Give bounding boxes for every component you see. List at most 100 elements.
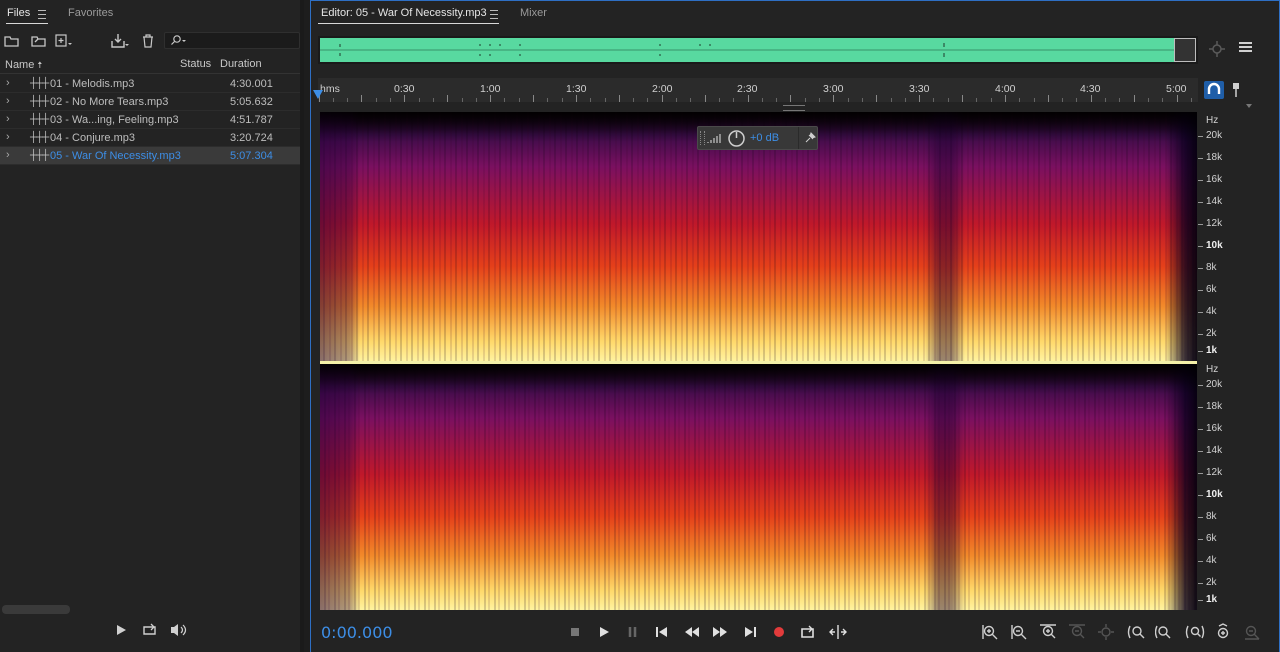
amplitude-hud[interactable]: +0 dB xyxy=(697,126,818,150)
files-horizontal-scrollbar[interactable] xyxy=(2,605,70,614)
rewind-icon xyxy=(685,627,699,637)
open-file-icon[interactable] xyxy=(4,34,20,48)
zoom-in-frequency-button[interactable] xyxy=(1214,623,1232,641)
ruler-tick-mark xyxy=(461,98,463,102)
adjust-amplitude-knob-icon[interactable] xyxy=(727,129,746,148)
zoom-in-left-button[interactable] xyxy=(1126,623,1145,641)
channel-collapse-icon[interactable] xyxy=(1246,104,1252,108)
splitter-grip[interactable] xyxy=(783,105,805,111)
zoom-in-time-button[interactable] xyxy=(1039,623,1057,641)
hz-tick-label: 6k xyxy=(1206,533,1217,544)
expand-chevron-icon[interactable]: › xyxy=(6,131,10,143)
panel-divider[interactable] xyxy=(300,0,304,652)
expand-chevron-icon[interactable]: › xyxy=(6,149,10,161)
play-icon xyxy=(600,627,609,637)
ruler-tick-mark xyxy=(1176,95,1178,102)
waveform-overview[interactable] xyxy=(318,36,1198,64)
snap-toggle[interactable] xyxy=(1204,81,1224,99)
expand-chevron-icon[interactable]: › xyxy=(6,113,10,125)
hz-tick-label: 8k xyxy=(1206,262,1217,273)
ruler-tick-mark xyxy=(475,98,477,102)
time-ruler[interactable]: hms 0:30 1:00 1:30 2:00 2:30 3:00 3:30 4… xyxy=(318,78,1198,102)
hud-grip[interactable] xyxy=(700,131,705,145)
tab-mixer[interactable]: Mixer xyxy=(520,7,547,19)
skip-selection-button[interactable] xyxy=(828,623,847,641)
file-row[interactable]: › ┼┼┼ 02 - No More Tears.mp3 5:05.632 xyxy=(0,93,300,111)
ruler-tick-mark xyxy=(676,98,677,102)
column-status[interactable]: Status xyxy=(180,58,211,70)
pin-hud-icon[interactable] xyxy=(804,132,816,144)
frequency-axis-left-channel[interactable]: Hz 20k 18k 16k 14k 12k 10k 8k 6k 4k 2k 1k xyxy=(1198,112,1258,361)
header-divider xyxy=(0,73,300,74)
spectrogram-right-channel[interactable] xyxy=(320,364,1197,610)
column-name[interactable]: Name 🠅 xyxy=(5,58,42,74)
expand-chevron-icon[interactable]: › xyxy=(6,77,10,89)
ruler-tick-mark xyxy=(833,95,835,102)
column-duration[interactable]: Duration xyxy=(220,58,262,70)
pause-button[interactable] xyxy=(624,623,642,641)
list-view-icon[interactable] xyxy=(1238,41,1254,55)
zoom-in-right-button[interactable] xyxy=(1154,623,1173,641)
preview-autoplay-volume-icon[interactable] xyxy=(170,623,190,637)
preview-loop-icon[interactable] xyxy=(142,623,158,637)
go-to-end-button[interactable] xyxy=(741,623,759,641)
ruler-tick-mark xyxy=(647,98,649,102)
hz-tick-mark xyxy=(1198,268,1203,269)
stop-button[interactable] xyxy=(566,623,584,641)
zoom-in-amplitude-button[interactable] xyxy=(981,623,999,641)
panel-menu-icon[interactable] xyxy=(38,10,46,19)
new-file-icon[interactable] xyxy=(55,34,73,48)
preview-play-icon[interactable] xyxy=(115,624,127,636)
volume-meter-icon xyxy=(707,134,721,143)
file-row[interactable]: › ┼┼┼ 04 - Conjure.mp3 3:20.724 xyxy=(0,129,300,147)
go-to-start-button[interactable] xyxy=(653,623,671,641)
zoom-out-amplitude-button[interactable] xyxy=(1010,623,1028,641)
tab-editor[interactable]: Editor: 05 - War Of Necessity.mp3 xyxy=(321,7,487,19)
ruler-tick-label: 2:00 xyxy=(652,83,673,95)
zoom-out-frequency-button[interactable] xyxy=(1243,623,1261,641)
record-button[interactable] xyxy=(770,623,788,641)
playhead-marker[interactable] xyxy=(313,90,323,99)
frequency-axis-right-channel[interactable]: Hz 20k 18k 16k 14k 12k 10k 8k 6k 4k 2k 1k xyxy=(1198,364,1258,610)
rewind-button[interactable] xyxy=(683,623,701,641)
file-row[interactable]: › ┼┼┼ 03 - Wa...ing, Feeling.mp3 4:51.78… xyxy=(0,111,300,129)
trash-icon[interactable] xyxy=(142,34,154,48)
ruler-tick-mark xyxy=(1119,98,1121,102)
hz-tick-label: 4k xyxy=(1206,555,1217,566)
fast-forward-button[interactable] xyxy=(711,623,729,641)
file-duration: 3:20.724 xyxy=(230,132,273,144)
zoom-navigator-icon[interactable] xyxy=(1208,40,1226,58)
overview-scroll-handle[interactable] xyxy=(1174,38,1196,62)
ruler-tick-mark xyxy=(904,98,906,102)
ruler-tick-mark xyxy=(876,95,878,102)
tab-files[interactable]: Files xyxy=(7,7,30,19)
go-to-end-icon xyxy=(745,627,756,637)
marker-pin-icon[interactable] xyxy=(1230,82,1242,98)
hz-tick-mark xyxy=(1198,385,1203,386)
zoom-to-selection-button[interactable] xyxy=(1184,623,1205,641)
zoom-in-amplitude-icon xyxy=(982,625,998,640)
fast-forward-icon xyxy=(713,627,727,637)
zoom-out-time-button[interactable] xyxy=(1068,623,1086,641)
zoom-in-right-icon xyxy=(1154,625,1171,639)
ruler-tick-mark xyxy=(747,95,749,102)
file-row-selected[interactable]: › ┼┼┼ 05 - War Of Necessity.mp3 5:07.304 xyxy=(0,147,300,165)
ruler-tick-label: 4:30 xyxy=(1080,83,1101,95)
play-button[interactable] xyxy=(595,623,613,641)
amplitude-gain-value[interactable]: +0 dB xyxy=(750,132,779,144)
loop-button[interactable] xyxy=(799,623,817,641)
time-display[interactable]: 0:00.000 xyxy=(321,623,393,642)
file-row[interactable]: › ┼┼┼ 01 - Melodis.mp3 4:30.001 xyxy=(0,75,300,93)
import-file-icon[interactable] xyxy=(30,34,47,48)
file-name: 01 - Melodis.mp3 xyxy=(50,78,135,90)
zoom-full-button[interactable] xyxy=(1097,623,1115,641)
tab-favorites[interactable]: Favorites xyxy=(68,7,113,19)
expand-chevron-icon[interactable]: › xyxy=(6,95,10,107)
ruler-tick-mark xyxy=(1105,98,1106,102)
insert-into-multitrack-icon[interactable] xyxy=(110,33,130,49)
overview-visible-range[interactable] xyxy=(320,38,1175,62)
hz-tick-mark xyxy=(1198,136,1203,137)
audio-file-icon: ┼┼┼ xyxy=(30,132,49,143)
ruler-tick-mark xyxy=(633,98,635,102)
editor-menu-icon[interactable] xyxy=(490,10,498,19)
